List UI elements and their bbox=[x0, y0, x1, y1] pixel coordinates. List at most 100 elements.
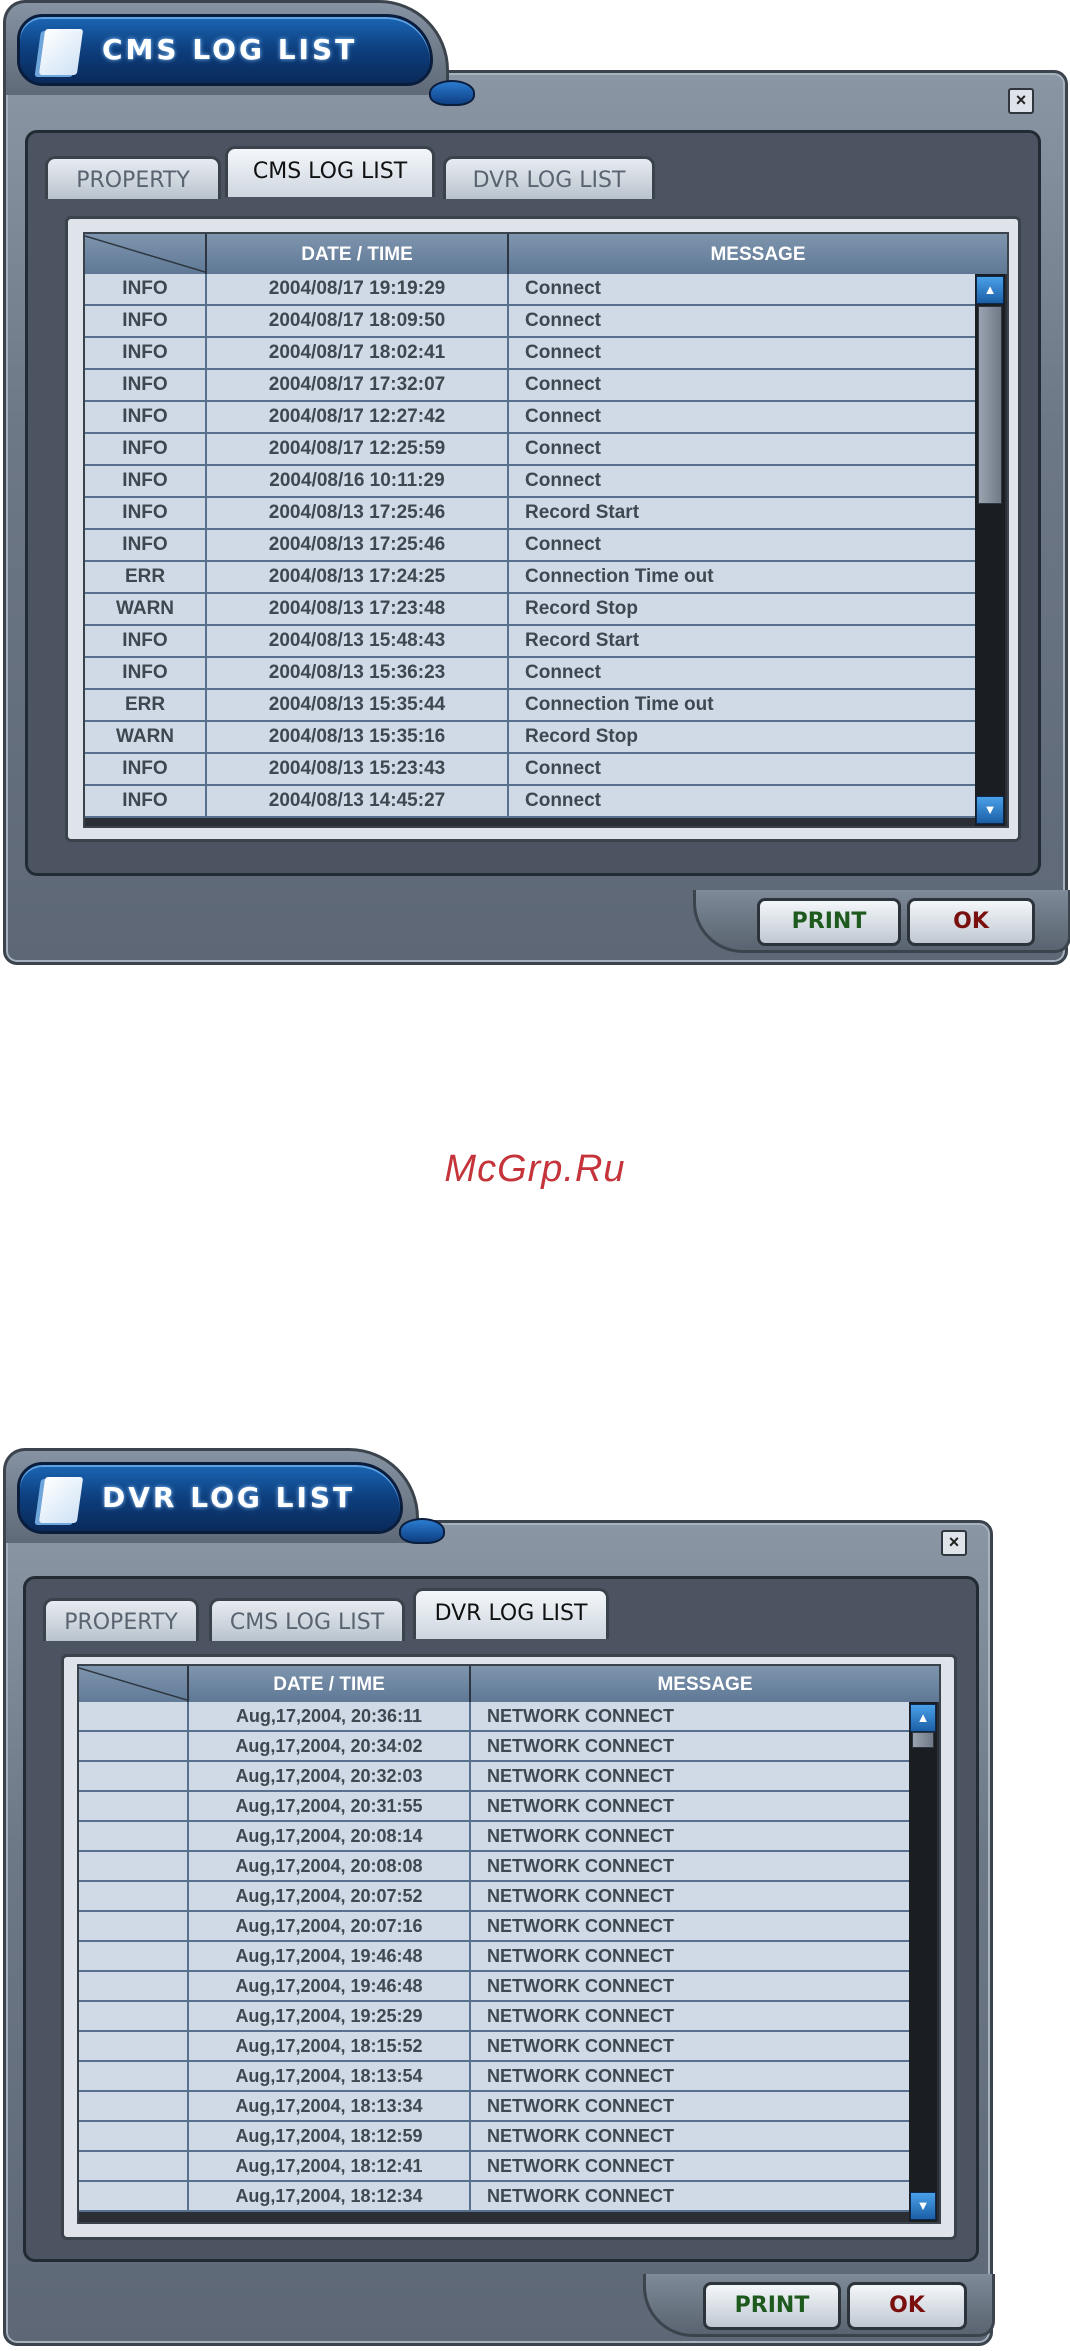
cell-message: Connect bbox=[525, 406, 601, 427]
ok-button[interactable]: OK bbox=[907, 898, 1035, 946]
cell-type: ERR bbox=[85, 562, 207, 592]
table-row[interactable]: Aug,17,2004, 18:15:52 NETWORK CONNECT bbox=[79, 2032, 909, 2062]
log-table: DATE / TIME MESSAGE INFO 2004/08/17 19:19… bbox=[83, 232, 1009, 828]
cell-message: NETWORK CONNECT bbox=[487, 1886, 674, 1906]
table-row[interactable]: INFO 2004/08/17 12:25:59 Connect bbox=[85, 434, 975, 466]
tab-dvr-log-list[interactable]: DVR LOG LIST bbox=[443, 156, 655, 199]
table-row[interactable]: Aug,17,2004, 18:12:41 NETWORK CONNECT bbox=[79, 2152, 909, 2182]
cell-message: Connection Time out bbox=[525, 694, 714, 715]
tab-cms-log-list[interactable]: CMS LOG LIST bbox=[209, 1598, 405, 1641]
table-row[interactable]: Aug,17,2004, 18:12:59 NETWORK CONNECT bbox=[79, 2122, 909, 2152]
cell-datetime: Aug,17,2004, 18:15:52 bbox=[189, 2032, 471, 2060]
table-row[interactable]: Aug,17,2004, 20:34:02 NETWORK CONNECT bbox=[79, 1732, 909, 1762]
table-row[interactable]: Aug,17,2004, 20:08:08 NETWORK CONNECT bbox=[79, 1852, 909, 1882]
scroll-thumb[interactable] bbox=[912, 1732, 934, 1748]
cell-datetime: Aug,17,2004, 20:07:52 bbox=[189, 1882, 471, 1910]
vertical-scrollbar[interactable]: ▲ ▼ bbox=[975, 274, 1005, 826]
table-row[interactable]: INFO 2004/08/16 10:11:29 Connect bbox=[85, 466, 975, 498]
table-row[interactable]: Aug,17,2004, 19:46:48 NETWORK CONNECT bbox=[79, 1972, 909, 2002]
scroll-down-icon[interactable]: ▼ bbox=[976, 796, 1004, 824]
cell-message: Connection Time out bbox=[525, 566, 714, 587]
cell-type: INFO bbox=[85, 498, 207, 528]
cell-type bbox=[79, 1822, 189, 1850]
table-row[interactable]: WARN 2004/08/13 17:23:48 Record Stop bbox=[85, 594, 975, 626]
tab-dvr-log-list[interactable]: DVR LOG LIST bbox=[413, 1588, 609, 1639]
table-row[interactable]: WARN 2004/08/13 15:35:16 Record Stop bbox=[85, 722, 975, 754]
table-row[interactable]: INFO 2004/08/13 17:25:46 Connect bbox=[85, 530, 975, 562]
table-row[interactable]: Aug,17,2004, 20:07:16 NETWORK CONNECT bbox=[79, 1912, 909, 1942]
tab-property[interactable]: PROPERTY bbox=[43, 1598, 199, 1641]
cell-type bbox=[79, 2062, 189, 2090]
cell-message: NETWORK CONNECT bbox=[487, 1946, 674, 1966]
column-header-message[interactable]: MESSAGE bbox=[509, 234, 1007, 274]
table-row[interactable]: ERR 2004/08/13 17:24:25 Connection Time ou… bbox=[85, 562, 975, 594]
cell-message: NETWORK CONNECT bbox=[487, 2156, 674, 2176]
table-row[interactable]: INFO 2004/08/17 18:09:50 Connect bbox=[85, 306, 975, 338]
cell-message: Connect bbox=[525, 310, 601, 331]
cell-type: INFO bbox=[85, 434, 207, 464]
cell-message: Connect bbox=[525, 342, 601, 363]
table-row[interactable]: Aug,17,2004, 18:13:34 NETWORK CONNECT bbox=[79, 2092, 909, 2122]
cell-message: NETWORK CONNECT bbox=[487, 2096, 674, 2116]
table-row[interactable]: Aug,17,2004, 19:46:48 NETWORK CONNECT bbox=[79, 1942, 909, 1972]
table-row[interactable]: INFO 2004/08/13 14:45:27 Connect bbox=[85, 786, 975, 818]
cell-datetime: 2004/08/13 17:23:48 bbox=[207, 594, 509, 624]
table-row[interactable]: INFO 2004/08/17 17:32:07 Connect bbox=[85, 370, 975, 402]
cell-type bbox=[79, 1942, 189, 1970]
table-row[interactable]: Aug,17,2004, 20:32:03 NETWORK CONNECT bbox=[79, 1762, 909, 1792]
column-header-datetime[interactable]: DATE / TIME bbox=[189, 1666, 471, 1702]
table-row[interactable]: INFO 2004/08/13 15:36:23 Connect bbox=[85, 658, 975, 690]
cell-datetime: 2004/08/13 17:24:25 bbox=[207, 562, 509, 592]
cell-type: ERR bbox=[85, 690, 207, 720]
table-row[interactable]: INFO 2004/08/17 19:19:29 Connect bbox=[85, 274, 975, 306]
cell-type: WARN bbox=[85, 722, 207, 752]
table-row[interactable]: INFO 2004/08/17 12:27:42 Connect bbox=[85, 402, 975, 434]
table-row[interactable]: ERR 2004/08/13 15:35:44 Connection Time ou… bbox=[85, 690, 975, 722]
table-row[interactable]: Aug,17,2004, 20:31:55 NETWORK CONNECT bbox=[79, 1792, 909, 1822]
table-row[interactable]: INFO 2004/08/17 18:02:41 Connect bbox=[85, 338, 975, 370]
table-row[interactable]: Aug,17,2004, 18:13:54 NETWORK CONNECT bbox=[79, 2062, 909, 2092]
dvr-log-window: DVR LOG LIST × PROPERTY CMS LOG LIST DVR… bbox=[3, 1448, 995, 2346]
table-row[interactable]: Aug,17,2004, 20:36:11 NETWORK CONNECT bbox=[79, 1702, 909, 1732]
cell-type: WARN bbox=[85, 594, 207, 624]
title-bar[interactable]: DVR LOG LIST bbox=[17, 1462, 403, 1534]
title-notch-icon bbox=[399, 1518, 445, 1544]
cell-message: Record Stop bbox=[525, 598, 638, 619]
cell-type bbox=[79, 1882, 189, 1910]
cell-datetime: 2004/08/13 15:35:44 bbox=[207, 690, 509, 720]
log-book-icon bbox=[38, 1477, 84, 1523]
ok-button[interactable]: OK bbox=[847, 2282, 967, 2330]
scroll-up-icon[interactable]: ▲ bbox=[976, 276, 1004, 304]
tab-cms-log-list[interactable]: CMS LOG LIST bbox=[225, 146, 435, 197]
print-button[interactable]: PRINT bbox=[703, 2282, 841, 2330]
scroll-thumb[interactable] bbox=[978, 306, 1002, 504]
tab-property[interactable]: PROPERTY bbox=[45, 156, 221, 199]
vertical-scrollbar[interactable]: ▲ ▼ bbox=[909, 1702, 937, 2222]
close-button[interactable]: × bbox=[1008, 88, 1034, 114]
cell-message: NETWORK CONNECT bbox=[487, 2066, 674, 2086]
close-button[interactable]: × bbox=[941, 1530, 967, 1556]
cell-type bbox=[79, 2122, 189, 2150]
print-button[interactable]: PRINT bbox=[757, 898, 901, 946]
cell-datetime: 2004/08/13 14:45:27 bbox=[207, 786, 509, 816]
column-header-message[interactable]: MESSAGE bbox=[471, 1666, 939, 1702]
scroll-up-icon[interactable]: ▲ bbox=[910, 1704, 936, 1732]
title-bar[interactable]: CMS LOG LIST bbox=[17, 14, 433, 86]
table-row[interactable]: INFO 2004/08/13 17:25:46 Record Start bbox=[85, 498, 975, 530]
cell-type: INFO bbox=[85, 626, 207, 656]
cell-type: INFO bbox=[85, 274, 207, 304]
cell-message: NETWORK CONNECT bbox=[487, 2126, 674, 2146]
table-row[interactable]: INFO 2004/08/13 15:48:43 Record Start bbox=[85, 626, 975, 658]
cell-message: Connect bbox=[525, 438, 601, 459]
cell-datetime: Aug,17,2004, 20:34:02 bbox=[189, 1732, 471, 1760]
column-header-datetime[interactable]: DATE / TIME bbox=[207, 234, 509, 274]
cell-datetime: 2004/08/17 18:09:50 bbox=[207, 306, 509, 336]
table-row[interactable]: INFO 2004/08/13 15:23:43 Connect bbox=[85, 754, 975, 786]
table-row[interactable]: Aug,17,2004, 19:25:29 NETWORK CONNECT bbox=[79, 2002, 909, 2032]
cell-datetime: 2004/08/17 12:25:59 bbox=[207, 434, 509, 464]
scroll-down-icon[interactable]: ▼ bbox=[910, 2192, 936, 2220]
cell-message: Record Start bbox=[525, 630, 640, 651]
table-row[interactable]: Aug,17,2004, 18:12:34 NETWORK CONNECT bbox=[79, 2182, 909, 2212]
table-row[interactable]: Aug,17,2004, 20:08:14 NETWORK CONNECT bbox=[79, 1822, 909, 1852]
table-row[interactable]: Aug,17,2004, 20:07:52 NETWORK CONNECT bbox=[79, 1882, 909, 1912]
